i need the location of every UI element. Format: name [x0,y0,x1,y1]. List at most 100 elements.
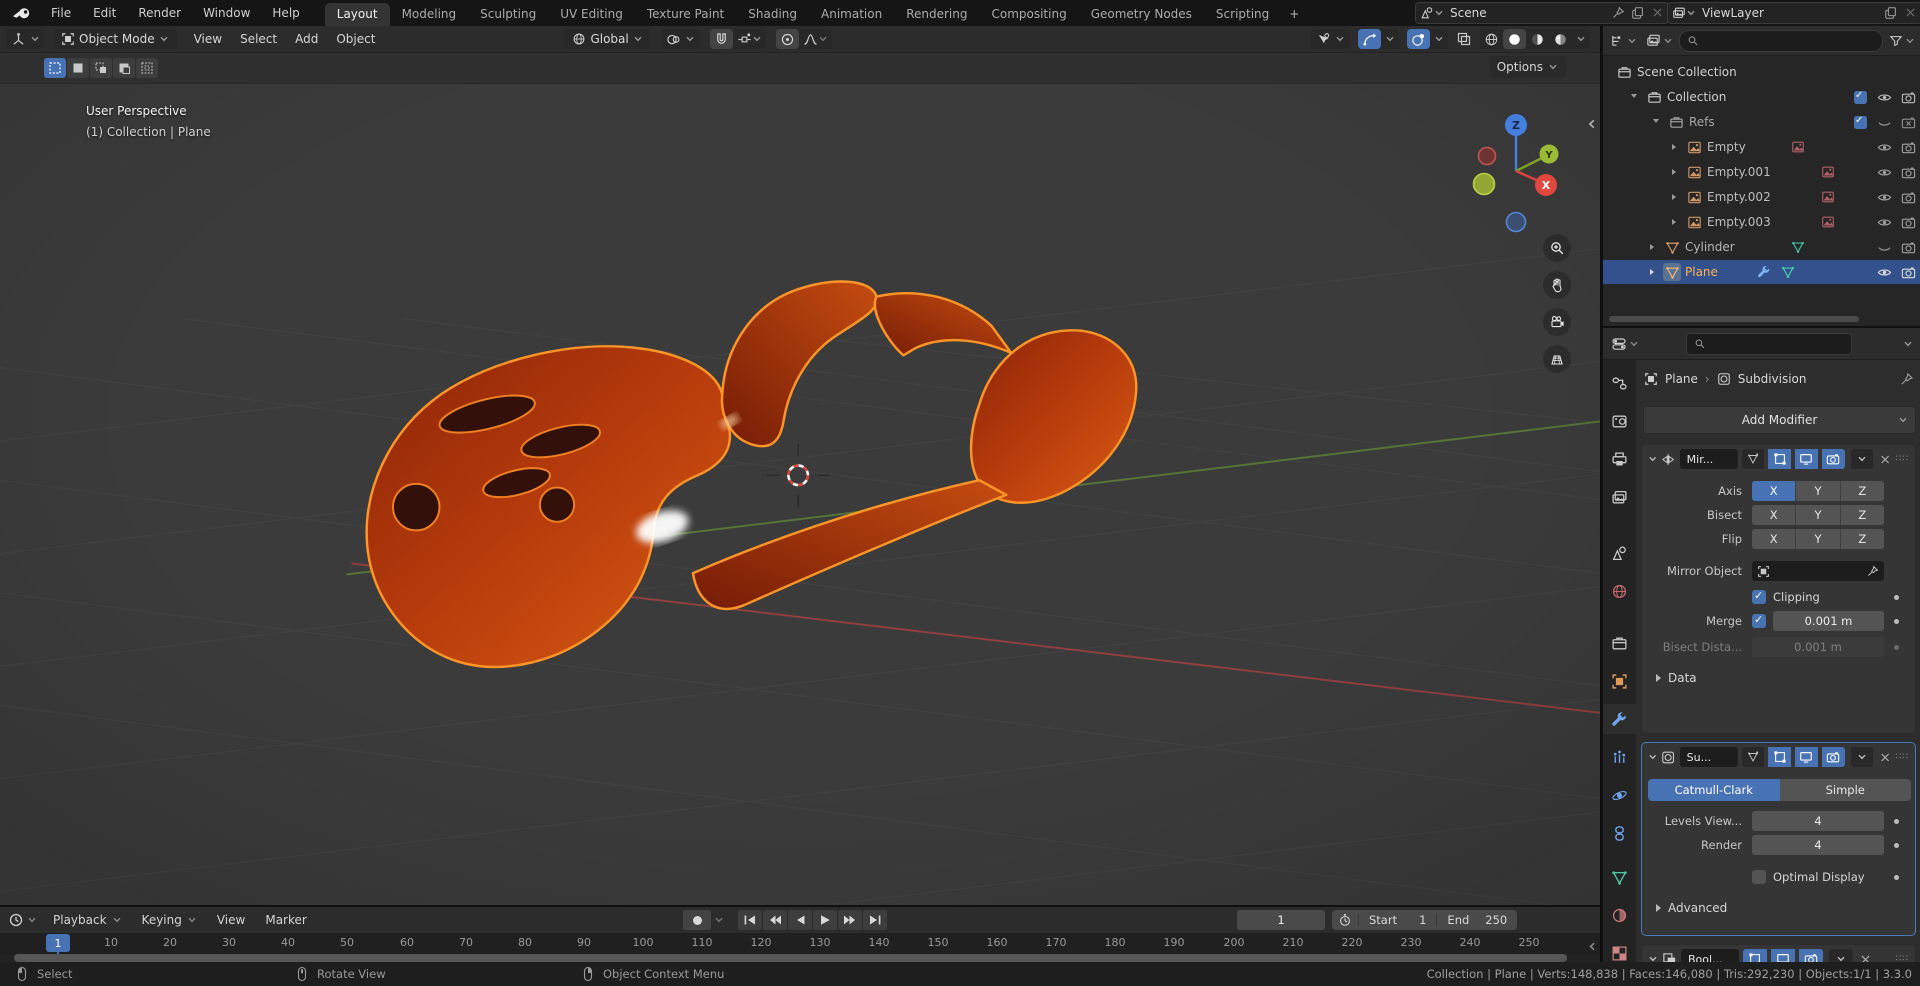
tab-scene[interactable] [1603,538,1636,568]
tab-render[interactable] [1603,406,1636,436]
tab-material[interactable] [1603,900,1636,930]
outliner-row-cylinder[interactable]: Cylinder [1603,235,1920,259]
snap-toggle[interactable] [710,29,733,49]
jump-to-start-button[interactable] [738,910,762,930]
toggle-realtime[interactable] [1795,449,1818,469]
outliner-row-empty[interactable]: Empty [1603,135,1920,159]
outliner-row-collection[interactable]: Collection [1603,85,1920,109]
menu-view[interactable]: View [185,32,231,46]
disclosure-triangle[interactable] [1665,213,1683,231]
modifier-name-field[interactable]: Mir... [1680,449,1738,469]
merge-threshold-field[interactable]: 0.001 m [1773,611,1884,631]
frame-end-field[interactable]: End 250 [1437,913,1517,927]
new-viewlayer-icon[interactable] [1884,6,1898,20]
menu-edit[interactable]: Edit [82,6,127,20]
close-icon[interactable] [1651,6,1664,19]
tab-texture-paint[interactable]: Texture Paint [635,3,736,26]
camera-view-button[interactable] [1543,308,1571,336]
outliner-search[interactable] [1679,30,1883,52]
animate-dot[interactable] [1894,875,1899,880]
disclosure-triangle[interactable] [1647,113,1665,131]
tab-layout[interactable]: Layout [325,3,390,26]
render-camera-icon[interactable] [1899,213,1917,231]
shading-material[interactable] [1526,29,1549,49]
animate-dot[interactable] [1894,645,1899,650]
tab-view-layer[interactable] [1603,482,1636,512]
tab-modifiers[interactable] [1603,704,1636,734]
menu-object[interactable]: Object [327,32,384,46]
clipping-checkbox[interactable] [1752,590,1766,604]
select-mode-new[interactable] [44,58,66,78]
drag-handle[interactable]: ∷∷ [1896,454,1909,464]
toggle-render[interactable] [1822,747,1845,767]
sidebar-collapse-arrow[interactable] [1586,118,1598,130]
playhead-frame-badge[interactable]: 1 [46,934,70,952]
use-preview-range-button[interactable] [1332,913,1359,927]
pivot-point-button[interactable] [661,29,700,49]
tab-sculpting[interactable]: Sculpting [468,3,548,26]
options-dropdown[interactable]: Options [1489,56,1566,78]
bisect-x[interactable]: X [1752,505,1796,525]
disclosure-triangle[interactable] [1643,263,1661,281]
exclude-checkbox[interactable] [1851,113,1869,131]
levels-viewport-field[interactable]: 4 [1752,811,1884,831]
outliner-row-refs[interactable]: Refs [1603,110,1920,134]
play-reverse-button[interactable] [788,910,812,930]
scene-selector[interactable]: Scene [1415,2,1669,24]
render-camera-off-icon[interactable] [1899,113,1917,131]
timeline-ruler[interactable]: 1 10 20 30 40 50 60 70 80 90 100 110 120… [0,933,1600,955]
catmull-clark-button[interactable]: Catmull-Clark [1648,779,1780,801]
shading-dropdown[interactable] [1572,29,1590,49]
properties-search[interactable] [1686,333,1852,355]
breadcrumb-modifier[interactable]: Subdivision [1738,372,1807,386]
tab-compositing[interactable]: Compositing [979,3,1078,26]
tab-particles[interactable] [1603,742,1636,772]
tab-modeling[interactable]: Modeling [390,3,469,26]
menu-playback[interactable]: Playback [43,913,132,927]
object-visibility-button[interactable] [1311,29,1350,49]
editor-type-button[interactable] [6,29,45,49]
bisect-z[interactable]: Z [1841,505,1884,525]
toggle-on-cage[interactable] [1742,449,1765,469]
overlays-dropdown[interactable] [1430,29,1448,49]
properties-editor-type[interactable] [1608,336,1642,352]
orthographic-button[interactable] [1543,345,1571,373]
pan-button[interactable] [1543,271,1571,299]
outliner-row-empty-003[interactable]: Empty.003 [1603,210,1920,234]
tab-animation[interactable]: Animation [809,3,894,26]
outliner-scrollbar[interactable] [1609,316,1859,322]
properties-search-input[interactable] [1710,337,1844,351]
toggle-on-cage[interactable] [1742,747,1765,767]
hide-eye-icon[interactable] [1875,138,1893,156]
menu-keying[interactable]: Keying [132,913,207,927]
flip-y[interactable]: Y [1796,529,1840,549]
menu-file[interactable]: File [40,6,82,20]
blender-logo-icon[interactable] [0,6,40,20]
select-mode-extend[interactable] [67,58,89,78]
render-camera-icon[interactable] [1899,138,1917,156]
pin-icon[interactable] [1611,6,1625,20]
gizmo-neg-z-axis[interactable] [1507,213,1526,232]
animate-dot[interactable] [1894,819,1899,824]
breadcrumb-object[interactable]: Plane [1665,372,1698,386]
hide-eye-icon[interactable] [1875,88,1893,106]
mode-selector[interactable]: Object Mode [53,29,177,49]
outliner-row-empty-002[interactable]: Empty.002 [1603,185,1920,209]
outliner-row-plane[interactable]: Plane [1603,260,1920,284]
animate-dot[interactable] [1894,619,1899,624]
outliner-row-scene-collection[interactable]: Scene Collection [1603,60,1920,84]
tab-physics[interactable] [1603,780,1636,810]
render-camera-icon[interactable] [1899,163,1917,181]
outliner-display-mode[interactable] [1607,33,1640,48]
collapse-icon[interactable] [1648,752,1657,762]
shading-rendered[interactable] [1549,29,1572,49]
hide-eye-closed-icon[interactable] [1875,238,1893,256]
tab-tool[interactable] [1603,368,1636,398]
add-modifier-button[interactable]: Add Modifier [1643,406,1916,434]
jump-to-end-button[interactable] [863,910,887,930]
render-camera-icon[interactable] [1899,88,1917,106]
timeline-scrollbar[interactable] [14,954,1567,962]
viewport-3d[interactable]: Object Mode View Select Add Object Globa… [0,26,1600,905]
toggle-edit-mode[interactable] [1768,747,1791,767]
navigation-gizmo[interactable]: Z Y X [1448,98,1593,248]
